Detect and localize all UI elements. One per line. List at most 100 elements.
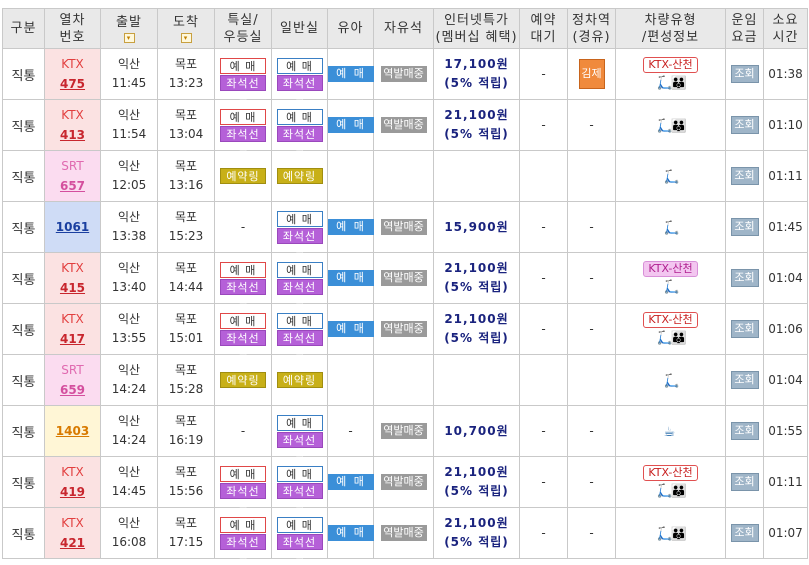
train-number-cell[interactable]: KTX 417 xyxy=(44,303,101,355)
membership-benefit: (5% 적립) xyxy=(444,535,509,549)
seat-select-button[interactable]: 좌석선택 xyxy=(276,329,323,360)
special-seat-cell: 예 매 좌석선택 xyxy=(214,252,272,309)
train-number-cell[interactable]: SRT 659 xyxy=(44,354,101,406)
empty-dash: - xyxy=(541,526,546,540)
header-arrival[interactable]: 도착 ▾ xyxy=(157,8,215,49)
train-number-cell[interactable]: KTX 475 xyxy=(44,48,101,100)
vehicle-type-badge[interactable]: KTX-산천 xyxy=(643,311,698,328)
seat-select-button[interactable]: 좌석선택 xyxy=(276,125,323,156)
train-number-link[interactable]: 475 xyxy=(45,74,100,94)
vehicle-type-badge[interactable]: KTX-산천 xyxy=(643,260,698,277)
sort-icon[interactable]: ▾ xyxy=(123,33,135,43)
header-fare: 운임 요금 xyxy=(725,8,764,49)
seat-select-button[interactable]: 좌석선택 xyxy=(276,278,323,309)
special-seat-cell: - xyxy=(214,201,272,253)
reserve-button[interactable]: 예 매 xyxy=(220,312,266,329)
seat-select-button[interactable]: 좌석선택 xyxy=(276,227,323,258)
train-number-cell[interactable]: KTX 413 xyxy=(44,99,101,151)
seat-select-button[interactable]: 좌석선택 xyxy=(220,125,266,156)
fare-lookup-button[interactable]: 조회 xyxy=(730,116,759,134)
seat-select-button[interactable]: 좌석선택 xyxy=(220,533,266,564)
fare-lookup-button[interactable]: 조회 xyxy=(730,65,759,83)
empty-dash: - xyxy=(541,475,546,489)
fare-lookup-button[interactable]: 조회 xyxy=(730,320,759,338)
fare-lookup-button[interactable]: 조회 xyxy=(730,524,759,542)
seat-select-button[interactable]: 좌석선택 xyxy=(276,482,323,513)
membership-benefit: (5% 적립) xyxy=(444,76,509,90)
sort-icon[interactable]: ▾ xyxy=(180,33,192,43)
infant-cell: 예 매 xyxy=(327,252,374,304)
train-number-link[interactable]: 1403 xyxy=(45,421,100,441)
train-number-link[interactable]: 659 xyxy=(45,380,100,400)
fare-lookup-button[interactable]: 조회 xyxy=(730,167,759,185)
infant-reserve-button[interactable]: 예 매 xyxy=(328,66,374,82)
reserve-button[interactable]: 예 매 xyxy=(276,261,323,278)
seat-select-button[interactable]: 좌석선택 xyxy=(220,329,266,360)
train-number-cell[interactable]: KTX 419 xyxy=(44,456,101,508)
train-schedule-table: 구분 열차 번호 출발 ▾ 도착 ▾ 특실/ 우등실 일반실 유아 자유석 인터넷특… xyxy=(2,8,808,564)
train-type: SRT xyxy=(61,159,84,173)
train-number-link[interactable]: 419 xyxy=(45,482,100,502)
train-number-cell[interactable]: KTX 415 xyxy=(44,252,101,304)
waitlist-cell: - xyxy=(519,252,568,304)
train-number-link[interactable]: 421 xyxy=(45,533,100,553)
train-number-link[interactable]: 413 xyxy=(45,125,100,145)
fare-lookup-button[interactable]: 조회 xyxy=(730,371,759,389)
seat-select-button[interactable]: 좌석선택 xyxy=(220,278,266,309)
seat-select-button[interactable]: 좌석선택 xyxy=(276,431,323,462)
seat-select-button[interactable]: 좌석선택 xyxy=(220,482,266,513)
reserve-button[interactable]: 예 매 xyxy=(276,516,323,533)
reserve-button[interactable]: 예 매 xyxy=(276,108,323,125)
reserve-button[interactable]: 예 매 xyxy=(276,210,323,227)
infant-reserve-button[interactable]: 예 매 xyxy=(328,117,374,133)
header-departure[interactable]: 출발 ▾ xyxy=(100,8,158,49)
departure-cell: 익산 14:45 xyxy=(100,456,158,508)
seat-select-button[interactable]: 좌석선택 xyxy=(276,74,323,105)
general-seat-cell: 예약링크 xyxy=(271,150,328,202)
special-seat-cell: - xyxy=(214,405,272,457)
train-number-link[interactable]: 415 xyxy=(45,278,100,298)
vehicle-type-badge[interactable]: KTX-산천 xyxy=(643,56,698,73)
departure-cell: 익산 11:54 xyxy=(100,99,158,151)
seat-select-button[interactable]: 좌석선택 xyxy=(220,74,266,105)
reserve-button[interactable]: 예 매 xyxy=(276,465,323,482)
reserve-button[interactable]: 예 매 xyxy=(276,414,323,431)
reserve-button[interactable]: 예 매 xyxy=(276,57,323,74)
reserve-button[interactable]: 예 매 xyxy=(220,465,266,482)
infant-reserve-button[interactable]: 예 매 xyxy=(328,321,374,337)
train-number-link[interactable]: 657 xyxy=(45,176,100,196)
train-number-link[interactable]: 1061 xyxy=(45,217,100,237)
departure-time: 16:08 xyxy=(111,535,147,549)
fare-lookup-button[interactable]: 조회 xyxy=(730,218,759,236)
train-number-cell[interactable]: KTX 421 xyxy=(44,507,101,559)
reserve-link-button[interactable]: 예약링크 xyxy=(220,372,266,402)
fare-lookup-button[interactable]: 조회 xyxy=(730,269,759,287)
fare-lookup-button[interactable]: 조회 xyxy=(730,473,759,491)
departure-cell: 익산 14:24 xyxy=(100,405,158,457)
stop-station-button[interactable]: 김제 xyxy=(578,59,605,89)
reserve-link-button[interactable]: 예약링크 xyxy=(220,168,266,198)
reserve-link-button[interactable]: 예약링크 xyxy=(276,372,323,402)
waitlist-cell: - xyxy=(519,303,568,355)
infant-reserve-button[interactable]: 예 매 xyxy=(328,525,374,541)
infant-reserve-button[interactable]: 예 매 xyxy=(328,270,374,286)
route-type: 직통 xyxy=(2,303,45,355)
train-number-cell[interactable]: SRT 657 xyxy=(44,150,101,202)
reserve-button[interactable]: 예 매 xyxy=(220,516,266,533)
reserve-button[interactable]: 예 매 xyxy=(220,261,266,278)
train-number-link[interactable]: 417 xyxy=(45,329,100,349)
infant-reserve-button[interactable]: 예 매 xyxy=(328,474,374,490)
train-type: KTX xyxy=(61,516,84,530)
infant-reserve-button[interactable]: 예 매 xyxy=(328,219,374,235)
reserve-button[interactable]: 예 매 xyxy=(220,108,266,125)
train-number-cell[interactable]: 1061 xyxy=(44,201,101,253)
fare-lookup-button[interactable]: 조회 xyxy=(730,422,759,440)
train-number-cell[interactable]: 1403 xyxy=(44,405,101,457)
reserve-link-button[interactable]: 예약링크 xyxy=(276,168,323,198)
empty-dash: - xyxy=(240,220,246,234)
reserve-button[interactable]: 예 매 xyxy=(220,57,266,74)
seat-select-button[interactable]: 좌석선택 xyxy=(276,533,323,564)
reserve-button[interactable]: 예 매 xyxy=(276,312,323,329)
vehicle-type-badge[interactable]: KTX-산천 xyxy=(643,464,698,481)
stops-cell: - xyxy=(567,405,616,457)
